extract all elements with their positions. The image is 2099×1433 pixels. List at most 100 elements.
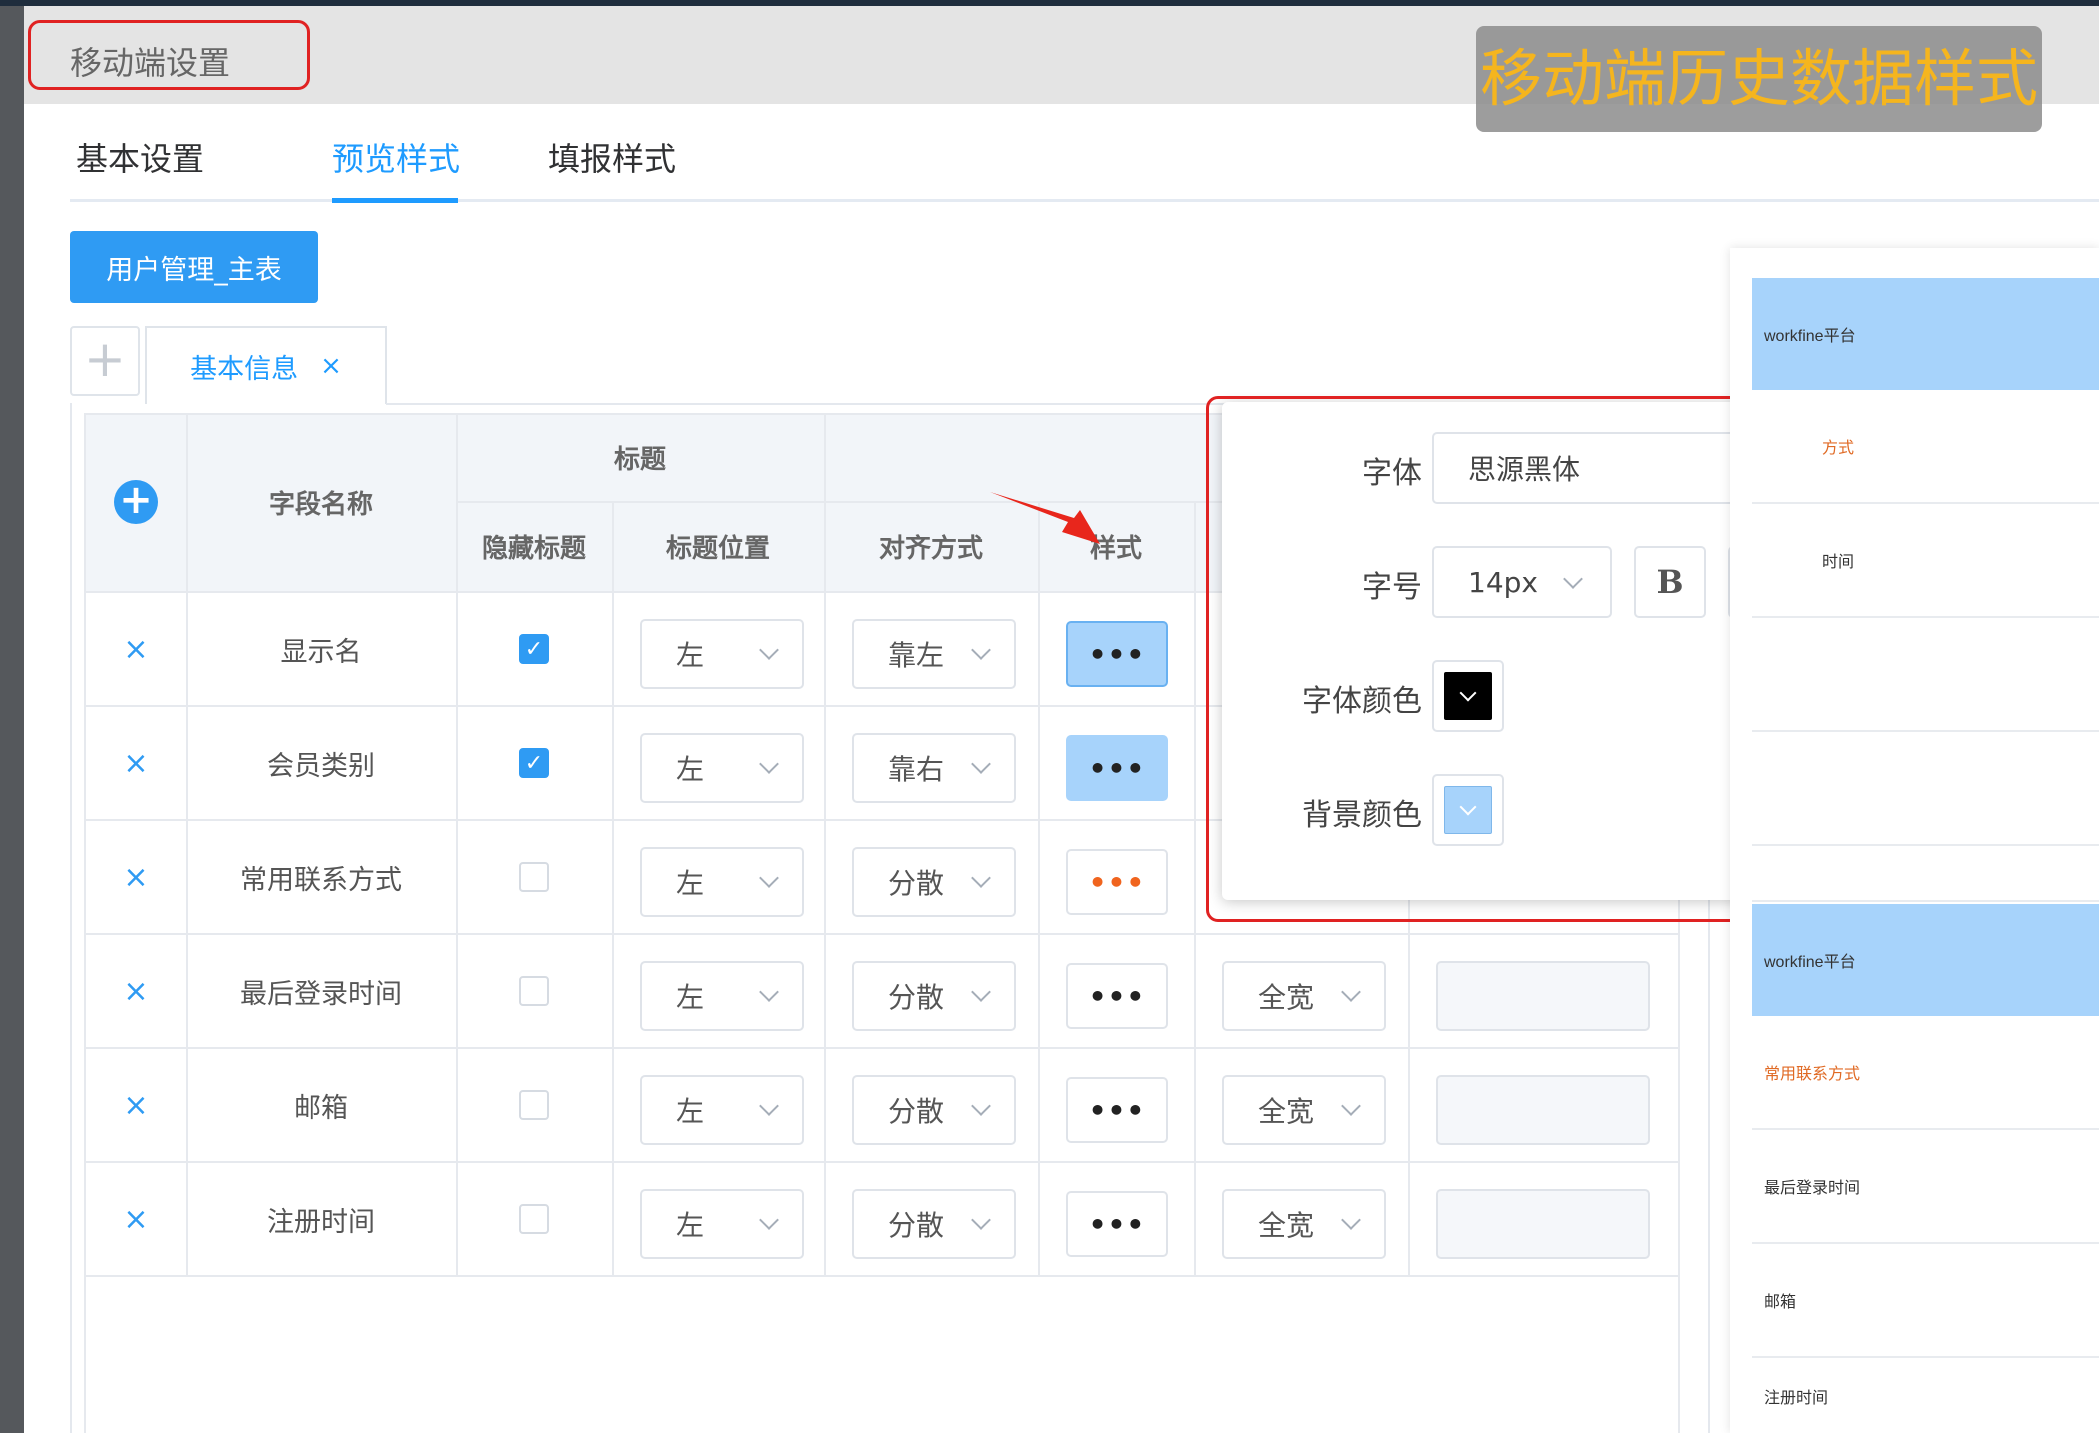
alignment-select[interactable]: 分散	[852, 1075, 1016, 1145]
hide-title-checkbox[interactable]	[519, 1204, 549, 1234]
preview-row	[1752, 618, 2099, 732]
tab-basic-info[interactable]: 基本信息 ×	[145, 326, 387, 404]
tab-preview-style[interactable]: 预览样式	[332, 134, 460, 180]
field-name: 常用联系方式	[240, 864, 402, 896]
chevron-down-icon	[759, 868, 779, 888]
select-value: 左	[676, 753, 705, 786]
title-position-select[interactable]: 左	[640, 733, 804, 803]
chevron-down-icon	[1341, 1096, 1361, 1116]
field-name: 最后登录时间	[240, 978, 402, 1010]
select-value: 左	[676, 981, 705, 1014]
width-select[interactable]: 全宽	[1222, 1075, 1386, 1145]
field-name: 注册时间	[267, 1206, 375, 1238]
field-name: 邮箱	[294, 1092, 348, 1124]
remove-row-button[interactable]: ×	[86, 1163, 186, 1275]
select-value: 分散	[888, 1095, 945, 1128]
select-value: 分散	[888, 1209, 945, 1242]
tab-basic-info-label: 基本信息	[190, 353, 299, 385]
hide-title-cell	[456, 821, 612, 933]
select-value: 左	[676, 1209, 705, 1242]
hide-title-cell	[456, 1163, 612, 1275]
field-name: 会员类别	[267, 750, 375, 782]
tab-basic-settings[interactable]: 基本设置	[76, 134, 204, 180]
field-name: 显示名	[280, 636, 362, 668]
row-divider	[86, 1275, 1680, 1277]
style-button[interactable]: •••	[1066, 849, 1168, 915]
alignment-select[interactable]: 靠左	[852, 619, 1016, 689]
hide-title-cell: ✓	[456, 593, 612, 705]
chevron-down-icon	[971, 868, 991, 888]
preview-row: workfine平台	[1752, 904, 2099, 1016]
alignment-select[interactable]: 分散	[852, 961, 1016, 1031]
chevron-down-icon	[759, 1210, 779, 1230]
chevron-down-icon	[971, 1210, 991, 1230]
active-tab-indicator	[332, 198, 458, 203]
add-tab-button[interactable]: +	[70, 326, 140, 396]
column-divider	[1194, 501, 1196, 1275]
alignment-select[interactable]: 靠右	[852, 733, 1016, 803]
tab-fill-style[interactable]: 填报样式	[548, 134, 676, 180]
hide-title-checkbox[interactable]: ✓	[519, 748, 549, 778]
value-input[interactable]	[1436, 1075, 1650, 1145]
hide-title-cell: ✓	[456, 707, 612, 819]
hide-title-checkbox[interactable]: ✓	[519, 634, 549, 664]
alignment-select[interactable]: 分散	[852, 847, 1016, 917]
title-position-select[interactable]: 左	[640, 619, 804, 689]
title-position-select[interactable]: 左	[640, 1189, 804, 1259]
chevron-down-icon	[759, 982, 779, 1002]
annotation-arrow-icon	[990, 492, 1100, 544]
width-select[interactable]: 全宽	[1222, 961, 1386, 1031]
header-title-position: 标题位置	[612, 501, 824, 591]
select-value: 左	[676, 639, 705, 672]
hide-title-checkbox[interactable]	[519, 1090, 549, 1120]
select-value: 左	[676, 1095, 705, 1128]
close-icon: ×	[123, 1087, 149, 1123]
style-button[interactable]: •••	[1066, 621, 1168, 687]
add-field-cell: +	[86, 413, 186, 591]
remove-row-button[interactable]: ×	[86, 1049, 186, 1161]
header-title-group: 标题	[456, 413, 824, 501]
style-button[interactable]: •••	[1066, 1077, 1168, 1143]
preview-row: 注册时间	[1764, 1389, 1829, 1407]
add-field-button[interactable]: +	[114, 480, 158, 524]
select-value: 全宽	[1258, 981, 1315, 1014]
chevron-down-icon	[759, 754, 779, 774]
select-value: 分散	[888, 981, 945, 1014]
preview-row: 邮箱	[1752, 1244, 2099, 1358]
hide-title-checkbox[interactable]	[519, 862, 549, 892]
chevron-down-icon	[1341, 1210, 1361, 1230]
remove-row-button[interactable]: ×	[86, 821, 186, 933]
table-select-button[interactable]: 用户管理_主表	[70, 231, 318, 303]
remove-row-button[interactable]: ×	[86, 593, 186, 705]
title-position-select[interactable]: 左	[640, 961, 804, 1031]
chevron-down-icon	[971, 982, 991, 1002]
preview-row: 方式	[1752, 390, 2099, 504]
value-input[interactable]	[1436, 1189, 1650, 1259]
title-position-select[interactable]: 左	[640, 1075, 804, 1145]
select-value: 左	[676, 867, 705, 900]
preview-row	[1752, 732, 2099, 846]
select-value: 靠右	[888, 753, 945, 786]
column-divider	[824, 413, 826, 1275]
close-icon: ×	[123, 973, 149, 1009]
style-button[interactable]: •••	[1066, 735, 1168, 801]
select-value: 靠左	[888, 639, 945, 672]
value-input[interactable]	[1436, 961, 1650, 1031]
hide-title-cell	[456, 1049, 612, 1161]
header-field-name: 字段名称	[186, 413, 456, 591]
remove-row-button[interactable]: ×	[86, 935, 186, 1047]
chevron-down-icon	[759, 640, 779, 660]
width-select[interactable]: 全宽	[1222, 1189, 1386, 1259]
close-icon: ×	[123, 1201, 149, 1237]
preview-row: 常用联系方式	[1752, 1016, 2099, 1130]
alignment-select[interactable]: 分散	[852, 1189, 1016, 1259]
hide-title-checkbox[interactable]	[519, 976, 549, 1006]
style-button[interactable]: •••	[1066, 1191, 1168, 1257]
remove-row-button[interactable]: ×	[86, 707, 186, 819]
style-button[interactable]: •••	[1066, 963, 1168, 1029]
chevron-down-icon	[1341, 982, 1361, 1002]
title-position-select[interactable]: 左	[640, 847, 804, 917]
close-icon[interactable]: ×	[320, 351, 342, 381]
preview-row: 最后登录时间	[1752, 1130, 2099, 1244]
chevron-down-icon	[971, 754, 991, 774]
